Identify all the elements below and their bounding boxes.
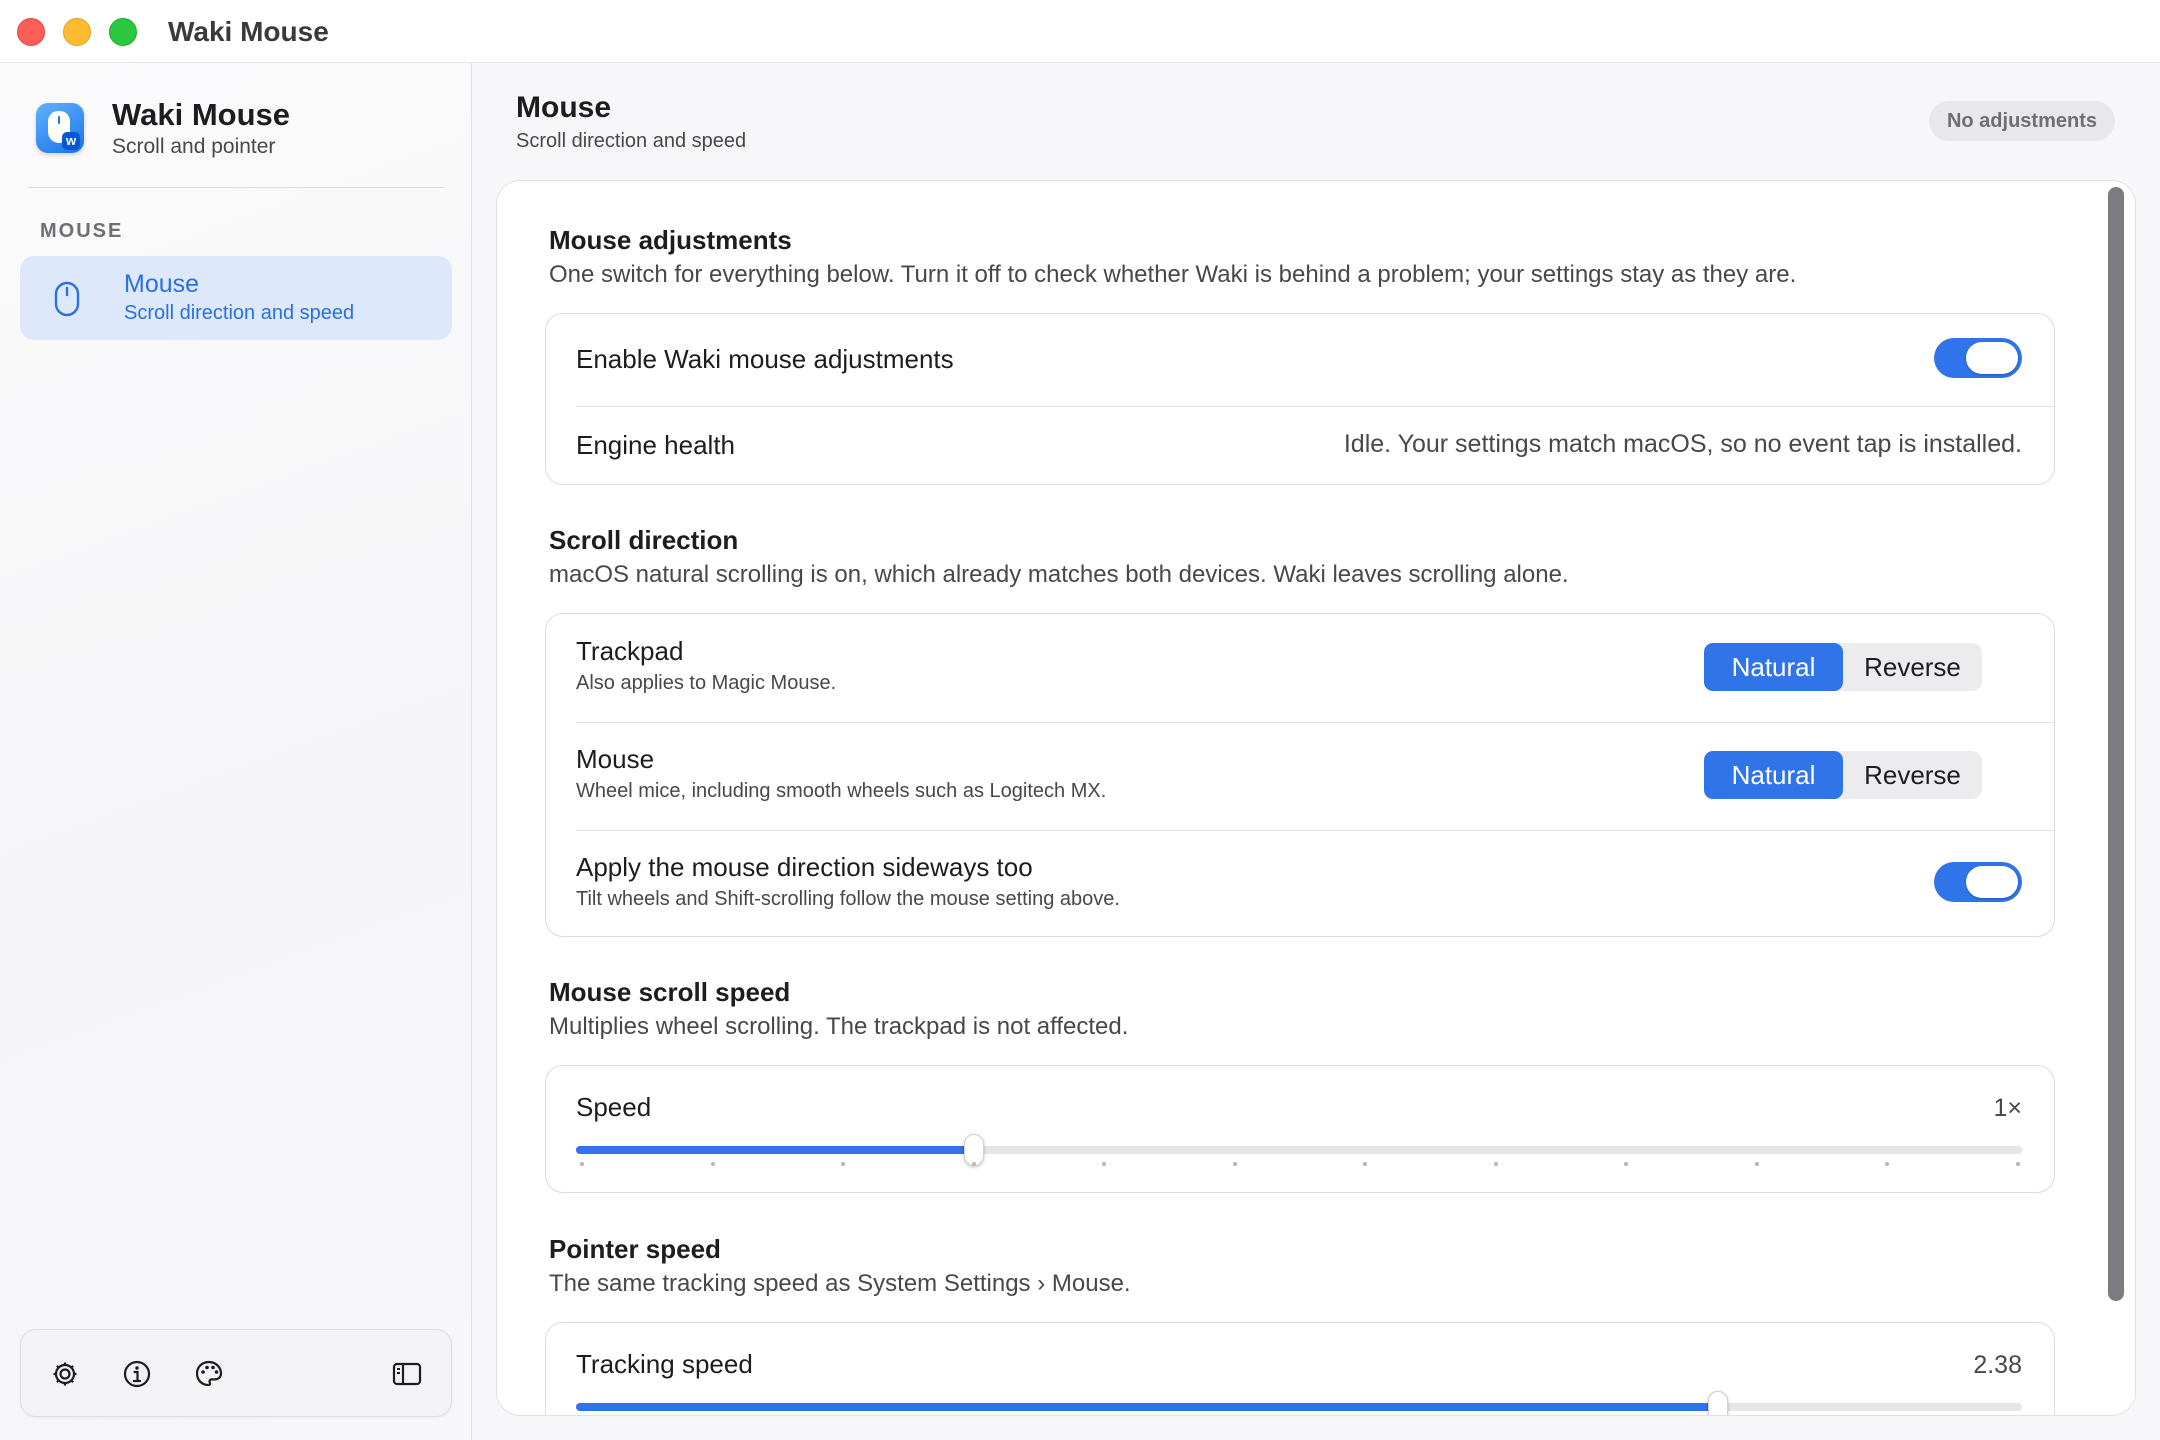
- sidebar-item-title: Mouse: [124, 270, 200, 298]
- mouse-row: Mouse Wheel mice, including smooth wheel…: [546, 722, 2054, 830]
- scroll-speed-group: Speed 1×: [545, 1065, 2055, 1193]
- sidebar-section-label: MOUSE: [40, 220, 124, 242]
- section-title-adjustments: Mouse adjustments: [549, 225, 792, 255]
- enable-row: Enable Waki mouse adjustments: [546, 314, 2054, 400]
- section-description-pointer-speed: The same tracking speed as System Settin…: [549, 1270, 1131, 1297]
- section-title-scroll-direction: Scroll direction: [549, 525, 739, 555]
- zoom-window-button[interactable]: [109, 18, 137, 46]
- mouse-reverse-option[interactable]: Reverse: [1843, 751, 1982, 799]
- mouse-natural-option[interactable]: Natural: [1704, 751, 1843, 799]
- slider-tick: [841, 1162, 846, 1166]
- sideways-note: Tilt wheels and Shift-scrolling follow t…: [576, 888, 1120, 910]
- settings-scroll-area[interactable]: Mouse adjustments One switch for everyth…: [496, 180, 2136, 1416]
- page-title: Mouse: [516, 91, 612, 124]
- health-status: Idle. Your settings match macOS, so no e…: [1343, 430, 2022, 458]
- trackpad-note: Also applies to Magic Mouse.: [576, 672, 837, 694]
- slider-tick: [971, 1162, 976, 1166]
- scroll-direction-group: Trackpad Also applies to Magic Mouse. Na…: [545, 613, 2055, 937]
- title-bar: Waki Mouse: [0, 0, 2160, 63]
- mouse-direction-segmented: Natural Reverse: [1704, 751, 1982, 799]
- enable-label: Enable Waki mouse adjustments: [576, 344, 954, 374]
- window-title: Waki Mouse: [168, 16, 329, 47]
- appearance-button[interactable]: [193, 1358, 225, 1390]
- slider-tick: [1493, 1162, 1498, 1166]
- health-label: Engine health: [576, 430, 736, 460]
- tracking-speed-slider[interactable]: [576, 1391, 2022, 1415]
- settings-button[interactable]: [49, 1358, 81, 1390]
- trackpad-reverse-option[interactable]: Reverse: [1843, 643, 1982, 691]
- slider-tick: [1363, 1162, 1368, 1166]
- slider-tick: [580, 1162, 584, 1166]
- tracking-speed-slider-knob[interactable]: [1708, 1391, 1729, 1415]
- health-row: Engine health Idle. Your settings match …: [546, 406, 2054, 486]
- trackpad-direction-segmented: Natural Reverse: [1704, 643, 1982, 691]
- sidebar: w Waki Mouse Scroll and pointer MOUSE Mo…: [0, 63, 472, 1440]
- app-subtitle: Scroll and pointer: [112, 135, 276, 158]
- tracking-speed-label: Tracking speed: [576, 1349, 753, 1379]
- slider-tick: [1885, 1162, 1890, 1166]
- section-description-adjustments: One switch for everything below. Turn it…: [549, 261, 1797, 288]
- page-subtitle: Scroll direction and speed: [516, 130, 747, 152]
- sidebar-item-subtitle: Scroll direction and speed: [124, 302, 355, 324]
- slider-tick: [1102, 1162, 1107, 1166]
- palette-icon: [195, 1360, 223, 1387]
- status-badge: No adjustments: [1928, 101, 2115, 141]
- app-icon: w: [36, 103, 84, 153]
- trackpad-natural-option[interactable]: Natural: [1704, 643, 1843, 691]
- mouse-label: Mouse: [576, 744, 655, 774]
- scroll-speed-slider-fill: [576, 1146, 974, 1154]
- trackpad-label: Trackpad: [576, 636, 684, 666]
- sidebar-divider: [28, 187, 444, 188]
- mouse-note: Wheel mice, including smooth wheels such…: [576, 780, 1107, 802]
- slider-tick: [1754, 1162, 1759, 1166]
- scroll-speed-slider[interactable]: [576, 1134, 2022, 1166]
- scrollbar-thumb[interactable]: [2108, 187, 2124, 1301]
- section-title-scroll-speed: Mouse scroll speed: [549, 977, 791, 1007]
- info-icon: [123, 1360, 151, 1388]
- scrollbar[interactable]: [2105, 187, 2127, 1407]
- adjustments-group: Enable Waki mouse adjustments Engine hea…: [545, 313, 2055, 485]
- section-description-scroll-direction: macOS natural scrolling is on, which alr…: [549, 561, 1569, 588]
- sidebar-toolbar: [20, 1329, 452, 1417]
- sideways-row: Apply the mouse direction sideways too T…: [546, 830, 2054, 938]
- slider-tick: [710, 1162, 715, 1166]
- section-description-scroll-speed: Multiplies wheel scrolling. The trackpad…: [549, 1013, 1129, 1040]
- sidebar-item-mouse[interactable]: Mouse Scroll direction and speed: [20, 256, 452, 340]
- pointer-speed-group: Tracking speed 2.38: [545, 1322, 2055, 1415]
- slider-tick: [1232, 1162, 1237, 1166]
- sideways-toggle[interactable]: [1934, 862, 2022, 902]
- enable-adjustments-toggle[interactable]: [1934, 338, 2022, 378]
- slider-tick: [1624, 1162, 1629, 1166]
- minimize-window-button[interactable]: [63, 18, 91, 46]
- about-button[interactable]: [121, 1358, 153, 1390]
- tracking-speed-value: 2.38: [1973, 1351, 2022, 1379]
- gear-icon: [53, 1362, 77, 1386]
- app-name: Waki Mouse: [112, 97, 290, 132]
- main-pane: Mouse Scroll direction and speed No adju…: [472, 63, 2160, 1440]
- slider-tick: [2016, 1162, 2020, 1166]
- toggle-sidebar-button[interactable]: [391, 1358, 423, 1390]
- tracking-speed-slider-fill: [576, 1403, 1719, 1411]
- mouse-icon: [54, 281, 80, 317]
- scroll-speed-label: Speed: [576, 1092, 652, 1122]
- section-title-pointer-speed: Pointer speed: [549, 1234, 721, 1264]
- close-window-button[interactable]: [17, 18, 45, 46]
- trackpad-row: Trackpad Also applies to Magic Mouse. Na…: [546, 614, 2054, 722]
- scroll-speed-value: 1×: [1993, 1094, 2022, 1122]
- sidebar-toggle-icon: [392, 1362, 422, 1386]
- sideways-label: Apply the mouse direction sideways too: [576, 852, 1033, 882]
